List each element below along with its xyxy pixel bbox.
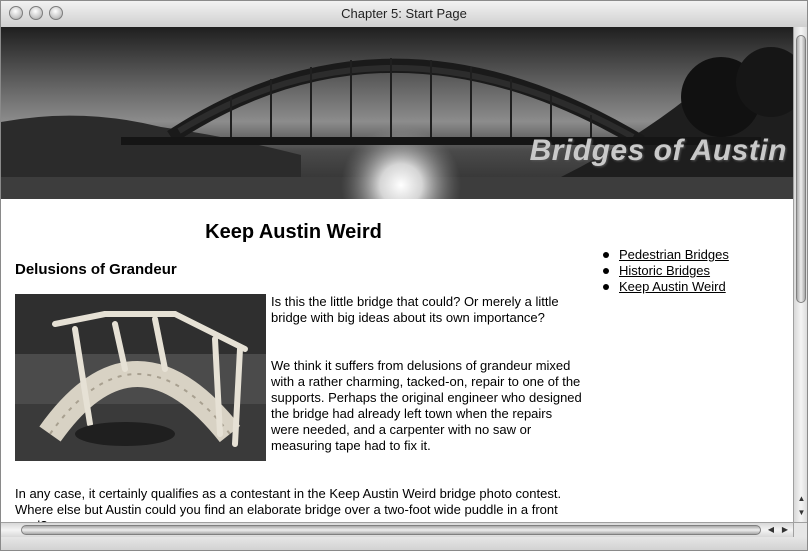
section-heading: Delusions of Grandeur xyxy=(15,261,177,278)
scroll-down-arrow-icon[interactable]: ▼ xyxy=(794,507,807,519)
resize-corner[interactable] xyxy=(793,522,807,537)
browser-window: Chapter 5: Start Page Bridges of Austin … xyxy=(0,0,808,551)
list-item: Historic Bridges xyxy=(601,263,729,279)
scroll-right-arrow-icon[interactable]: ▶ xyxy=(779,523,791,537)
banner-image: Bridges of Austin xyxy=(1,27,793,199)
banner-title: Bridges of Austin xyxy=(529,134,787,167)
window-bottom-bar xyxy=(1,537,807,550)
paragraph-contest: In any case, it certainly qualifies as a… xyxy=(15,486,562,522)
keep-austin-weird-link[interactable]: Keep Austin Weird xyxy=(619,279,726,294)
horizontal-scroll-thumb[interactable] xyxy=(21,525,761,535)
vertical-scroll-thumb[interactable] xyxy=(796,35,806,303)
paragraph-delusions: We think it suffers from delusions of gr… xyxy=(271,358,582,453)
wooden-bridge-photo xyxy=(15,294,266,461)
page-content: Bridges of Austin Keep Austin Weird Delu… xyxy=(1,27,793,522)
horizontal-scrollbar[interactable]: ◀ ▶ xyxy=(1,522,793,537)
paragraph-intro: Is this the little bridge that could? Or… xyxy=(271,294,559,325)
scroll-up-arrow-icon[interactable]: ▲ xyxy=(794,493,807,505)
vertical-scrollbar[interactable]: ▲ ▼ xyxy=(793,27,807,522)
historic-bridges-link[interactable]: Historic Bridges xyxy=(619,263,710,278)
pedestrian-bridges-link[interactable]: Pedestrian Bridges xyxy=(619,247,729,262)
bridge-banner-graphic xyxy=(1,47,793,199)
scroll-left-arrow-icon[interactable]: ◀ xyxy=(765,523,777,537)
bridge-links-list: Pedestrian Bridges Historic Bridges Keep… xyxy=(601,247,729,295)
list-item: Keep Austin Weird xyxy=(601,279,729,295)
title-bar[interactable]: Chapter 5: Start Page xyxy=(1,1,807,28)
bridge-photo-graphic xyxy=(15,294,266,461)
window-title: Chapter 5: Start Page xyxy=(341,6,467,21)
page-title: Keep Austin Weird xyxy=(205,221,382,243)
list-item: Pedestrian Bridges xyxy=(601,247,729,263)
